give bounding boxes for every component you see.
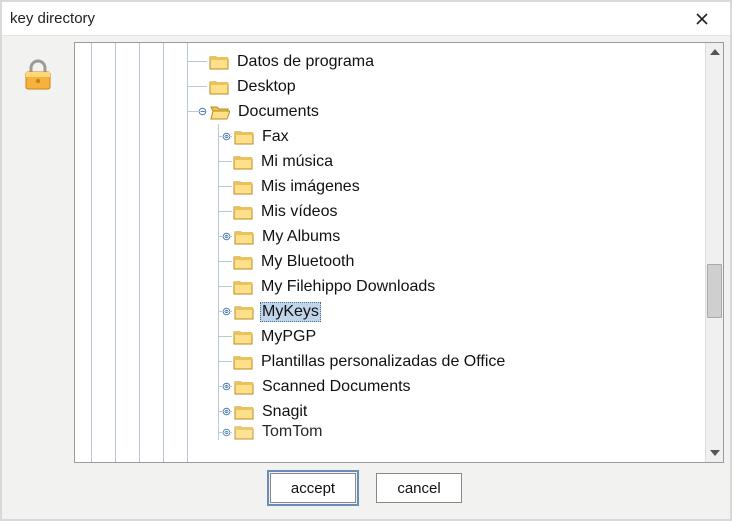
title-bar: key directory	[2, 2, 730, 36]
tree-item[interactable]: Desktop	[75, 74, 705, 99]
folder-icon	[234, 379, 254, 395]
tree-item-label[interactable]: Documents	[236, 103, 321, 121]
close-button[interactable]	[682, 5, 722, 33]
tree-item[interactable]: Snagit	[75, 399, 705, 424]
tree-item[interactable]: Plantillas personalizadas de Office	[75, 349, 705, 374]
tree-item[interactable]: Fax	[75, 124, 705, 149]
dialog-body: Datos de programa Desktop Documents Fax Mi m…	[2, 36, 730, 519]
tree-item-label[interactable]: MyPGP	[259, 328, 318, 346]
folder-icon	[234, 304, 254, 320]
folder-icon	[233, 279, 253, 295]
tree-item-label[interactable]: Datos de programa	[235, 53, 376, 71]
tree-item[interactable]: MyKeys	[75, 299, 705, 324]
folder-icon	[233, 254, 253, 270]
folder-icon	[234, 229, 254, 245]
folder-icon	[209, 54, 229, 70]
scroll-up-button[interactable]	[706, 43, 723, 61]
directory-tree-panel: Datos de programa Desktop Documents Fax Mi m…	[74, 42, 724, 463]
tree-item[interactable]: MyPGP	[75, 324, 705, 349]
tree-item[interactable]: Scanned Documents	[75, 374, 705, 399]
folder-icon	[233, 204, 253, 220]
tree-item[interactable]: Mis imágenes	[75, 174, 705, 199]
tree-item[interactable]: TomTom	[75, 424, 705, 440]
tree-item[interactable]: Mi música	[75, 149, 705, 174]
tree-item-label[interactable]: My Albums	[260, 228, 342, 246]
tree-item-label[interactable]: Mi música	[259, 153, 335, 171]
scrollbar-thumb[interactable]	[707, 264, 722, 318]
dialog-window: key directory Datos de programaDesktopDo	[0, 0, 732, 521]
folder-icon	[233, 179, 253, 195]
tree-item-label[interactable]: Fax	[260, 128, 291, 146]
cancel-button[interactable]: cancel	[376, 473, 462, 503]
tree-item-label[interactable]: TomTom	[260, 424, 324, 440]
tree-item-label[interactable]: My Filehippo Downloads	[259, 278, 437, 296]
tree-item[interactable]: Mis vídeos	[75, 199, 705, 224]
tree-item-label[interactable]: Snagit	[260, 403, 309, 421]
tree-item[interactable]: My Albums	[75, 224, 705, 249]
tree-item[interactable]: Datos de programa	[75, 49, 705, 74]
tree-item-label[interactable]: Mis vídeos	[259, 203, 339, 221]
folder-icon	[233, 354, 253, 370]
tree-item-label[interactable]: Mis imágenes	[259, 178, 362, 196]
close-icon	[696, 13, 708, 25]
directory-tree: Datos de programa Desktop Documents Fax Mi m…	[75, 49, 705, 440]
accept-button[interactable]: accept	[270, 473, 356, 503]
tree-item-label[interactable]: MyKeys	[260, 302, 321, 322]
folder-icon	[234, 129, 254, 145]
lock-icon	[19, 56, 57, 94]
tree-item-label[interactable]: My Bluetooth	[259, 253, 356, 271]
scrollbar-track[interactable]	[706, 61, 723, 444]
folder-icon	[233, 154, 253, 170]
tree-item-label[interactable]: Scanned Documents	[260, 378, 413, 396]
tree-item-label[interactable]: Desktop	[235, 78, 298, 96]
tree-item[interactable]: Documents	[75, 99, 705, 124]
button-row: accept cancel	[8, 463, 724, 513]
vertical-scrollbar[interactable]	[705, 43, 723, 462]
scroll-down-button[interactable]	[706, 444, 723, 462]
folder-icon	[233, 329, 253, 345]
icon-column	[8, 42, 68, 463]
folder-open-icon	[210, 104, 230, 120]
tree-item-label[interactable]: Plantillas personalizadas de Office	[259, 353, 507, 371]
main-row: Datos de programa Desktop Documents Fax Mi m…	[8, 42, 724, 463]
chevron-down-icon	[710, 450, 720, 456]
folder-icon	[209, 79, 229, 95]
tree-item[interactable]: My Filehippo Downloads	[75, 274, 705, 299]
tree-item[interactable]: My Bluetooth	[75, 249, 705, 274]
chevron-up-icon	[710, 49, 720, 55]
folder-icon	[234, 404, 254, 420]
window-title: key directory	[10, 10, 682, 27]
folder-icon	[234, 424, 254, 440]
tree-viewport[interactable]: Datos de programa Desktop Documents Fax Mi m…	[75, 43, 705, 462]
